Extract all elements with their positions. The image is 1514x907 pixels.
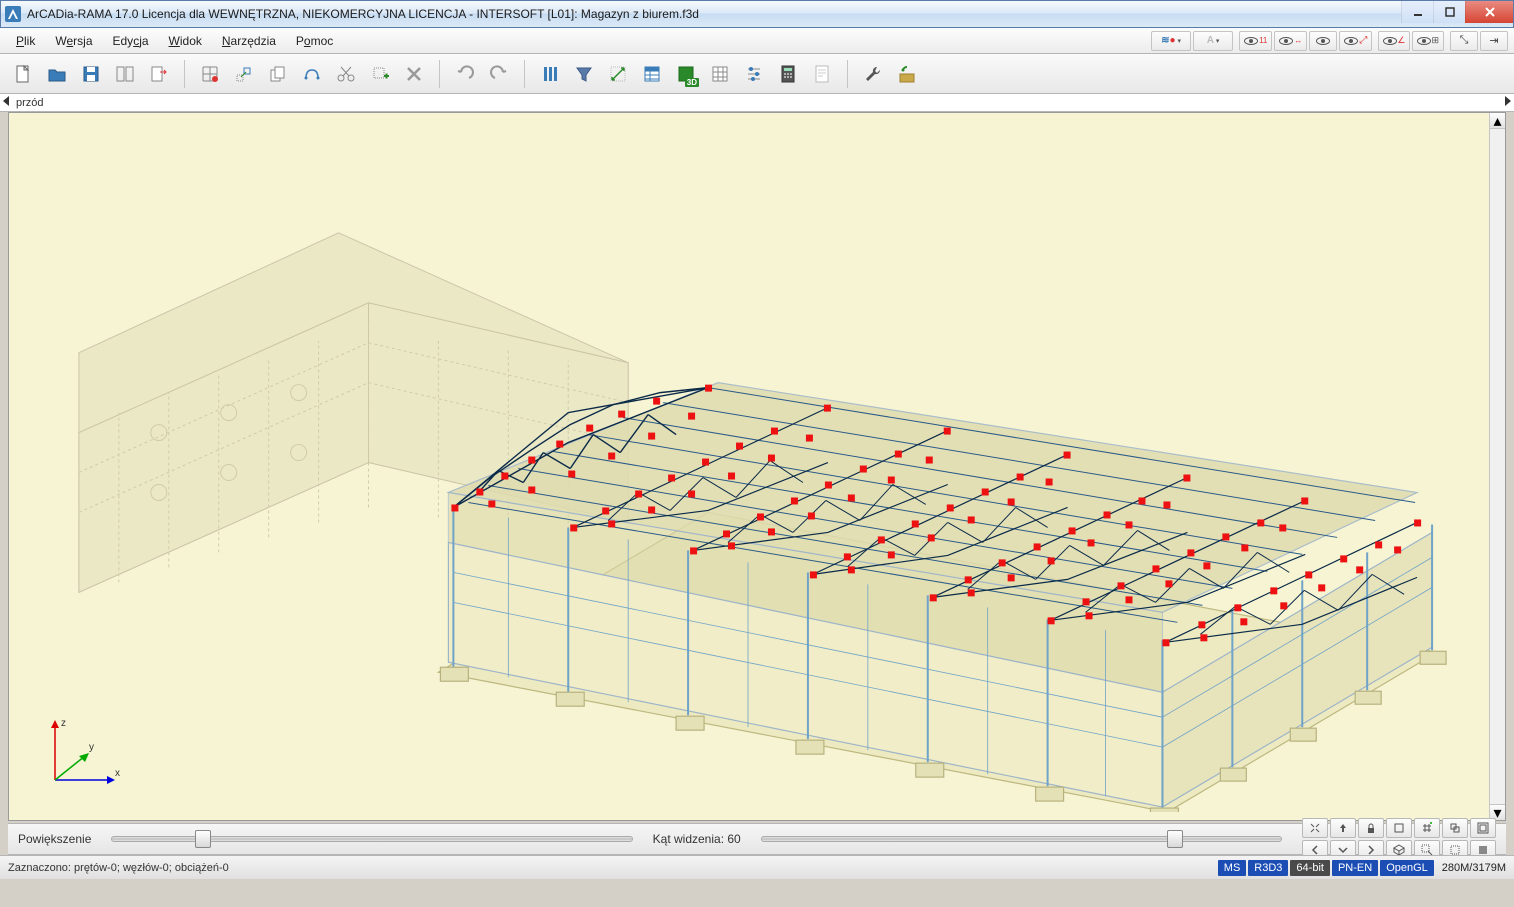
tools-button[interactable] bbox=[858, 59, 888, 89]
layout-button[interactable] bbox=[110, 59, 140, 89]
lock-button[interactable] bbox=[1358, 818, 1384, 838]
eye-plain-toggle[interactable] bbox=[1309, 31, 1337, 51]
open-file-button[interactable] bbox=[42, 59, 72, 89]
layers-plus-button[interactable] bbox=[1442, 818, 1468, 838]
view-toggle-group-1: ≋●▾ A▾ bbox=[1151, 31, 1233, 51]
menu-bar: Plik Wersja Edycja Widok Narzędzia Pomoc… bbox=[0, 28, 1514, 54]
save-button[interactable] bbox=[76, 59, 106, 89]
grid-button[interactable] bbox=[195, 59, 225, 89]
status-pill-opengl[interactable]: OpenGL bbox=[1380, 860, 1434, 876]
delete-button[interactable] bbox=[399, 59, 429, 89]
menu-pomoc[interactable]: Pomoc bbox=[286, 31, 343, 51]
memory-status: 280M/3179M bbox=[1442, 862, 1506, 874]
view-toggle-group-3: ∠ ⊞ bbox=[1378, 31, 1444, 51]
title-bar: ArCADia-RAMA 17.0 Licencja dla WEWNĘTRZN… bbox=[0, 0, 1514, 28]
redo-button[interactable] bbox=[484, 59, 514, 89]
mirror-button[interactable] bbox=[297, 59, 327, 89]
model-render bbox=[9, 113, 1505, 812]
fov-slider[interactable] bbox=[761, 836, 1282, 842]
maximize-button[interactable] bbox=[1433, 1, 1465, 23]
snap-i-toggle[interactable]: ⇥ bbox=[1480, 31, 1508, 51]
columns-button[interactable] bbox=[535, 59, 565, 89]
minimize-button[interactable] bbox=[1401, 1, 1433, 23]
status-bar: Zaznaczono: prętów-0; węzłów-0; obciążeń… bbox=[0, 855, 1514, 879]
status-pill-pnen[interactable]: PN-EN bbox=[1332, 860, 1378, 876]
transform-button[interactable] bbox=[603, 59, 633, 89]
eye-diag-toggle[interactable]: ⤢ bbox=[1339, 31, 1372, 51]
new-file-button[interactable] bbox=[8, 59, 38, 89]
status-pill-64bit: 64-bit bbox=[1290, 860, 1330, 876]
settings-sliders-button[interactable] bbox=[739, 59, 769, 89]
copy-button[interactable] bbox=[263, 59, 293, 89]
fullscreen-button[interactable] bbox=[1470, 818, 1496, 838]
add-node-button[interactable] bbox=[365, 59, 395, 89]
menu-narzedzia[interactable]: Narzędzia bbox=[212, 31, 286, 51]
snap-x-toggle[interactable]: ⤡ bbox=[1450, 31, 1478, 51]
selection-status: Zaznaczono: prętów-0; węzłów-0; obciążeń… bbox=[8, 862, 229, 874]
menu-wersja[interactable]: Wersja bbox=[45, 31, 102, 51]
view3d-button[interactable]: 3D bbox=[671, 59, 701, 89]
eye-angle-toggle[interactable]: ∠ bbox=[1378, 31, 1410, 51]
bottom-strip bbox=[0, 879, 1514, 907]
calculator-button[interactable] bbox=[773, 59, 803, 89]
layers-toggle[interactable]: ≋●▾ bbox=[1151, 31, 1191, 51]
table-button[interactable] bbox=[637, 59, 667, 89]
zoom-slider[interactable] bbox=[111, 836, 632, 842]
report-button[interactable] bbox=[807, 59, 837, 89]
status-pill-r3d3[interactable]: R3D3 bbox=[1248, 860, 1288, 876]
app-icon bbox=[5, 6, 21, 22]
text-style-toggle[interactable]: A▾ bbox=[1193, 31, 1233, 51]
view-toggle-group-4: ⤡ ⇥ bbox=[1450, 31, 1508, 51]
eye-grid-toggle[interactable]: ⊞ bbox=[1412, 31, 1444, 51]
ruler-right-arrow[interactable] bbox=[1503, 95, 1513, 110]
viewport-3d[interactable]: z x y ▴ ▾ bbox=[8, 112, 1506, 821]
view-label: przód bbox=[16, 97, 44, 109]
scroll-up-button[interactable]: ▴ bbox=[1490, 113, 1505, 129]
move-node-button[interactable] bbox=[229, 59, 259, 89]
status-pill-ms[interactable]: MS bbox=[1218, 860, 1247, 876]
hide-button[interactable] bbox=[1386, 818, 1412, 838]
window-buttons bbox=[1401, 1, 1513, 23]
filter-button[interactable] bbox=[569, 59, 599, 89]
view-toggle-group-2: 11 ↔ ⤢ bbox=[1239, 31, 1372, 51]
ruler-strip: przód bbox=[0, 94, 1514, 112]
fov-label: Kąt widzenia: 60 bbox=[653, 832, 741, 846]
eye-dim-toggle[interactable]: ↔ bbox=[1274, 31, 1307, 51]
nav-button-cluster bbox=[1302, 818, 1496, 860]
undo-button[interactable] bbox=[450, 59, 480, 89]
window-title: ArCADia-RAMA 17.0 Licencja dla WEWNĘTRZN… bbox=[27, 7, 1509, 21]
menu-edycja[interactable]: Edycja bbox=[103, 31, 159, 51]
export-button[interactable] bbox=[144, 59, 174, 89]
menu-widok[interactable]: Widok bbox=[159, 31, 212, 51]
matrix-button[interactable] bbox=[705, 59, 735, 89]
bottom-controls: Powiększenie Kąt widzenia: 60 bbox=[8, 823, 1506, 855]
zoom-label: Powiększenie bbox=[18, 832, 91, 846]
cut-button[interactable] bbox=[331, 59, 361, 89]
eye-num-toggle[interactable]: 11 bbox=[1239, 31, 1272, 51]
grid-plus-button[interactable] bbox=[1414, 818, 1440, 838]
zoom-extents-button[interactable] bbox=[1302, 818, 1328, 838]
main-toolbar: 3D bbox=[0, 54, 1514, 94]
close-button[interactable] bbox=[1465, 1, 1513, 23]
config-button[interactable] bbox=[892, 59, 922, 89]
up-arrow-button[interactable] bbox=[1330, 818, 1356, 838]
menu-plik[interactable]: Plik bbox=[6, 31, 45, 51]
vertical-scrollbar[interactable]: ▴ ▾ bbox=[1489, 113, 1505, 820]
ruler-left-arrow[interactable] bbox=[1, 95, 11, 110]
